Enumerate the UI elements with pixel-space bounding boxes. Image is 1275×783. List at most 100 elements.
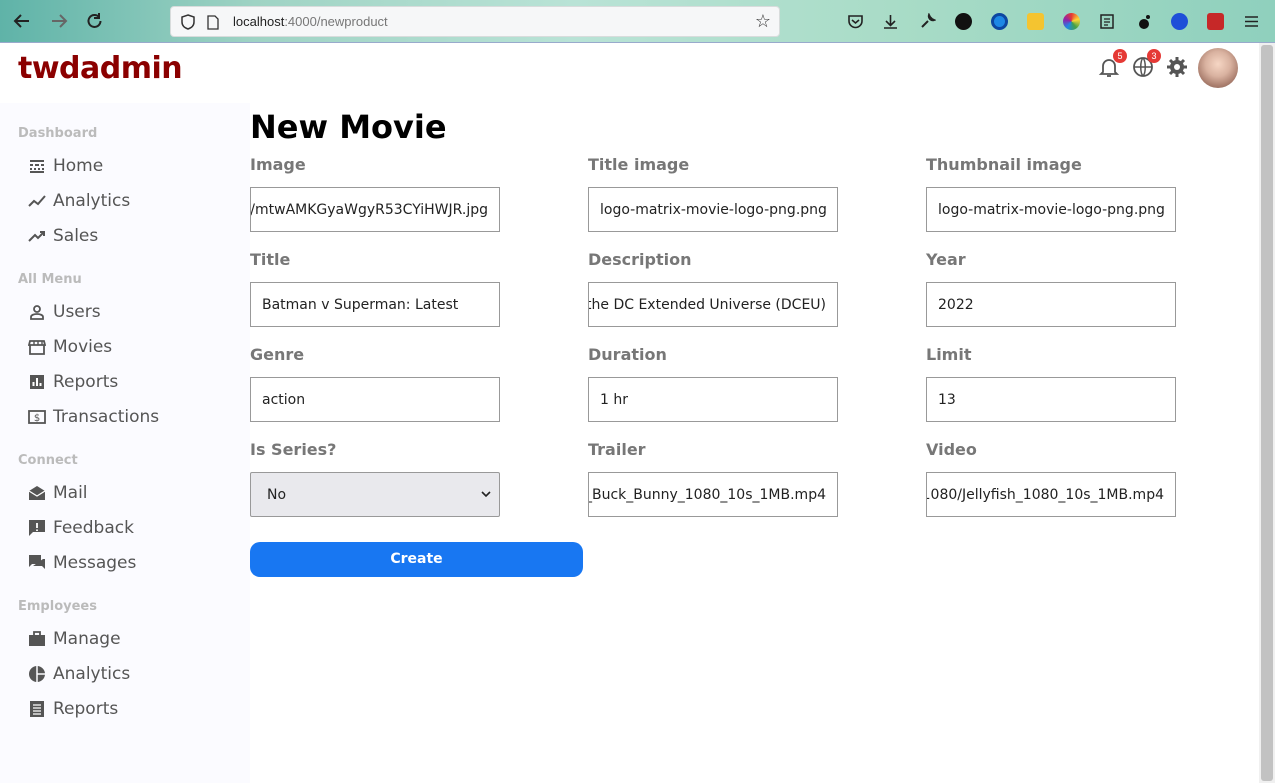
gnome-extension-icon[interactable]: [1135, 13, 1152, 30]
notifications-button[interactable]: 5: [1097, 49, 1127, 79]
pocket-icon[interactable]: [847, 13, 864, 30]
mail-icon: [28, 486, 46, 500]
sidebar-item-label: Feedback: [53, 518, 134, 538]
chevron-down-icon: [481, 491, 491, 498]
user-avatar[interactable]: [1198, 48, 1238, 88]
red-extension-icon[interactable]: [1207, 13, 1224, 30]
sidebar-item-label: Messages: [53, 553, 137, 573]
report-list-icon: [30, 701, 44, 717]
title-image-file-input[interactable]: logo-matrix-movie-logo-png.png: [588, 187, 838, 232]
sidebar-item-label: Movies: [53, 337, 113, 357]
sidebar-section-dashboard: Dashboard: [18, 126, 98, 141]
sidebar-item-employee-analytics[interactable]: Analytics: [28, 662, 130, 686]
sidebar-item-transactions[interactable]: $ Transactions: [28, 405, 159, 429]
bar-chart-icon: [30, 375, 44, 389]
sidebar-item-mail[interactable]: Mail: [28, 481, 88, 505]
bookmark-star-icon[interactable]: ☆: [755, 11, 771, 32]
sidebar-item-movies[interactable]: Movies: [28, 335, 112, 359]
genre-label: Genre: [250, 345, 305, 364]
sidebar-item-label: Reports: [53, 699, 119, 719]
description-input[interactable]: the DC Extended Universe (DCEU): [588, 282, 838, 327]
sidebar: Dashboard Home Analytics Sales All Menu …: [0, 103, 250, 783]
trending-up-icon: [28, 231, 45, 242]
page-title: New Movie: [250, 108, 447, 146]
sidebar-item-label: Users: [53, 302, 101, 322]
trailer-label: Trailer: [588, 440, 646, 459]
sidebar-item-home[interactable]: Home: [28, 154, 103, 178]
sidebar-item-analytics[interactable]: Analytics: [28, 189, 130, 213]
wrench-icon[interactable]: [919, 12, 937, 30]
sidebar-item-label: Transactions: [53, 407, 160, 427]
sidebar-item-manage[interactable]: Manage: [28, 627, 121, 651]
app-logo[interactable]: twdadmin: [18, 51, 183, 86]
url-path: :4000/newproduct: [284, 14, 388, 29]
globe-extension-icon[interactable]: [991, 13, 1008, 30]
limit-label: Limit: [926, 345, 972, 364]
trailer-file-input[interactable]: _Buck_Bunny_1080_10s_1MB.mp4: [588, 472, 838, 517]
thumbnail-image-file-input[interactable]: logo-matrix-movie-logo-png.png: [926, 187, 1176, 232]
storefront-icon: [28, 340, 46, 355]
shield-icon[interactable]: [181, 14, 195, 30]
sidebar-section-connect: Connect: [18, 453, 78, 468]
sidebar-item-sales[interactable]: Sales: [28, 224, 98, 248]
title-label: Title: [250, 250, 291, 269]
scrollbar-thumb[interactable]: [1261, 45, 1273, 781]
url-host: localhost: [233, 14, 285, 29]
image-label: Image: [250, 155, 306, 174]
title-input[interactable]: Batman v Superman: Latest: [250, 282, 500, 327]
year-label: Year: [926, 250, 966, 269]
back-arrow-icon[interactable]: [12, 11, 32, 31]
sidebar-section-employees: Employees: [18, 599, 97, 614]
browser-toolbar: localhost:4000/newproduct ☆: [0, 0, 1275, 43]
app-topbar: twdadmin 5 3: [0, 43, 1259, 103]
language-button[interactable]: 3: [1131, 49, 1161, 79]
sidebar-item-label: Analytics: [53, 191, 131, 211]
twd-extension-icon[interactable]: [955, 13, 972, 30]
person-outline-icon: [30, 305, 44, 320]
description-label: Description: [588, 250, 692, 269]
create-button[interactable]: Create: [250, 542, 583, 577]
sidebar-item-label: Home: [53, 156, 104, 176]
video-label: Video: [926, 440, 977, 459]
forward-arrow-icon[interactable]: [49, 11, 69, 31]
sidebar-item-employee-reports[interactable]: Reports: [28, 697, 118, 721]
year-input[interactable]: 2022: [926, 282, 1176, 327]
reload-icon[interactable]: [84, 11, 104, 31]
sidebar-section-all-menu: All Menu: [18, 272, 82, 287]
thumbnail-image-label: Thumbnail image: [926, 155, 1082, 174]
is-series-select[interactable]: No: [250, 472, 500, 517]
color-wheel-extension-icon[interactable]: [1063, 13, 1080, 30]
sidebar-item-reports[interactable]: Reports: [28, 370, 118, 394]
gear-icon: [1167, 57, 1187, 77]
sidebar-item-messages[interactable]: Messages: [28, 551, 136, 575]
limit-input[interactable]: 13: [926, 377, 1176, 422]
work-briefcase-icon: [29, 631, 45, 646]
settings-button[interactable]: [1165, 55, 1189, 79]
genre-input[interactable]: action: [250, 377, 500, 422]
play-extension-icon[interactable]: [1171, 13, 1188, 30]
dollar-icon: $: [28, 410, 46, 424]
download-icon[interactable]: [882, 13, 899, 30]
hamburger-menu-icon[interactable]: [1243, 13, 1260, 30]
line-style-icon: [30, 160, 44, 173]
monitor-extension-icon[interactable]: [1027, 13, 1044, 30]
url-text: localhost:4000/newproduct: [233, 14, 388, 29]
svg-text:$: $: [34, 413, 40, 424]
address-bar[interactable]: localhost:4000/newproduct ☆: [170, 6, 780, 37]
is-series-selected-value: No: [267, 486, 287, 503]
language-badge: 3: [1147, 49, 1161, 63]
sidebar-item-users[interactable]: Users: [28, 300, 101, 324]
image-file-input[interactable]: /mtwAMKGyaWgyR53CYiHWJR.jpg: [250, 187, 500, 232]
duration-input[interactable]: 1 hr: [588, 377, 838, 422]
sidebar-item-label: Mail: [53, 483, 88, 503]
sidebar-item-label: Sales: [53, 226, 99, 246]
sidebar-item-label: Reports: [53, 372, 119, 392]
sidebar-item-feedback[interactable]: Feedback: [28, 516, 134, 540]
page-scrollbar[interactable]: [1259, 43, 1275, 783]
notes-extension-icon[interactable]: [1099, 13, 1116, 30]
notifications-badge: 5: [1113, 49, 1127, 63]
is-series-label: Is Series?: [250, 440, 337, 459]
chat-bubble-icon: [29, 555, 45, 569]
timeline-icon: [28, 195, 46, 207]
video-file-input[interactable]: '1080/Jellyfish_1080_10s_1MB.mp4: [926, 472, 1176, 517]
